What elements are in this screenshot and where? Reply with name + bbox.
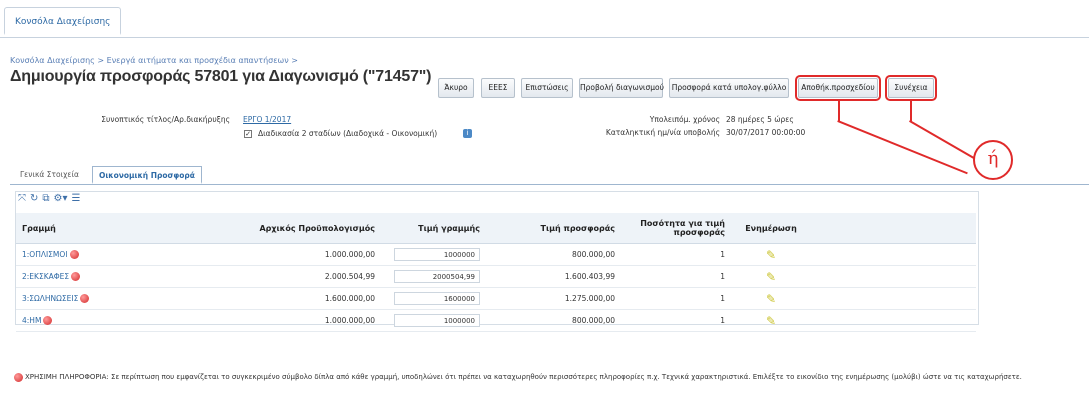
procedure-text: Διαδικασία 2 σταδίων (Διαδοχικά - Οικονο… bbox=[258, 129, 438, 138]
eeee-button[interactable]: ΕΕΕΣ bbox=[481, 78, 515, 98]
remaining-time-label: Υπολειπόμ. χρόνος bbox=[649, 115, 720, 124]
row-line-link[interactable]: 2:ΕΚΣΚΑΦΕΣ bbox=[22, 272, 69, 281]
alert-dot-icon bbox=[69, 250, 79, 260]
callout-line bbox=[838, 101, 840, 121]
col-header-quantity[interactable]: Ποσότητα για τιμή προσφοράς bbox=[621, 213, 731, 244]
col-header-line[interactable]: Γραμμή bbox=[16, 213, 226, 244]
row-budget: 2.000.504,99 bbox=[226, 265, 381, 288]
deadline-value: 30/07/2017 00:00:00 bbox=[726, 128, 806, 137]
col-header-budget[interactable]: Αρχικός Προϋπολογισμός bbox=[226, 213, 381, 244]
row-quantity: 1 bbox=[621, 243, 731, 266]
col-header-update: Ενημέρωση bbox=[731, 213, 811, 244]
row-quantity: 1 bbox=[621, 287, 731, 310]
expand-icon[interactable]: ⤧ bbox=[18, 193, 26, 204]
breadcrumb[interactable]: Κονσόλα Διαχείρισης > Ενεργά αιτήματα κα… bbox=[10, 56, 298, 65]
table-row: 4:ΗΜ 1.000.000,00 1000000 800.000,00 1 ✎ bbox=[16, 309, 976, 332]
remaining-time-value: 28 ημέρες 5 ώρες bbox=[726, 115, 794, 124]
row-offer-price: 1.600.403,99 bbox=[486, 265, 621, 288]
offer-table: Γραμμή Αρχικός Προϋπολογισμός Τιμή γραμμ… bbox=[16, 213, 976, 332]
settings-icon[interactable]: ⚙▾ bbox=[54, 193, 68, 204]
table-header-row: Γραμμή Αρχικός Προϋπολογισμός Τιμή γραμμ… bbox=[16, 213, 976, 244]
row-line-link[interactable]: 3:ΣΩΛΗΝΩΣΕΙΣ bbox=[22, 294, 78, 303]
deadline-label: Καταληκτική ημ/νία υποβολής bbox=[605, 128, 720, 137]
row-quantity: 1 bbox=[621, 309, 731, 332]
alert-dot-icon bbox=[14, 372, 23, 382]
pencil-icon[interactable]: ✎ bbox=[766, 270, 776, 284]
table-row: 3:ΣΩΛΗΝΩΣΕΙΣ 1.600.000,00 1600000 1.275.… bbox=[16, 287, 976, 310]
info-icon[interactable]: i bbox=[463, 129, 472, 138]
tab-general-info[interactable]: Γενικά Στοιχεία bbox=[14, 166, 85, 184]
procedure-checkbox[interactable]: ✓ bbox=[244, 130, 252, 138]
pencil-icon[interactable]: ✎ bbox=[766, 248, 776, 262]
row-offer-price: 800.000,00 bbox=[486, 309, 621, 332]
row-line-link[interactable]: 1:ΟΠΛΙΣΜΟΙ bbox=[22, 250, 68, 259]
table-row: 2:ΕΚΣΚΑΦΕΣ 2.000.504,99 2000504,99 1.600… bbox=[16, 265, 976, 288]
row-offer-price: 1.275.000,00 bbox=[486, 287, 621, 310]
row-budget: 1.600.000,00 bbox=[226, 287, 381, 310]
refresh-icon[interactable]: ↻ bbox=[30, 193, 38, 204]
pencil-icon[interactable]: ✎ bbox=[766, 292, 776, 306]
detach-icon[interactable]: ⧉ bbox=[42, 193, 49, 204]
save-draft-button[interactable]: Αποθήκ.προσχεδίου bbox=[795, 75, 881, 101]
menu-icon[interactable]: ☰ bbox=[72, 193, 81, 204]
table-row: 1:ΟΠΛΙΣΜΟΙ 1.000.000,00 1000000 800.000,… bbox=[16, 243, 976, 266]
view-tender-button[interactable]: Προβολή διαγωνισμού bbox=[579, 78, 664, 98]
offer-spreadsheet-button[interactable]: Προσφορά κατά υπολογ.φύλλο bbox=[669, 78, 789, 98]
pencil-icon[interactable]: ✎ bbox=[766, 314, 776, 328]
col-header-offer-price[interactable]: Τιμή προσφοράς bbox=[486, 213, 621, 244]
row-quantity: 1 bbox=[621, 265, 731, 288]
continue-button[interactable]: Συνέχεια bbox=[885, 75, 937, 101]
callout-line bbox=[910, 101, 912, 121]
line-price-input[interactable]: 2000504,99 bbox=[394, 270, 480, 283]
footnote-text: ΧΡΗΣΙΜΗ ΠΛΗΡΟΦΟΡΙΑ: Σε περίπτωση που εμφ… bbox=[25, 373, 1022, 381]
contract-link[interactable]: ΕΡΓΟ 1/2017 bbox=[243, 115, 291, 124]
tab-admin-console[interactable]: Κονσόλα Διαχείρισης bbox=[4, 7, 122, 35]
cancel-button[interactable]: Άκυρο bbox=[438, 78, 474, 98]
line-price-input[interactable]: 1600000 bbox=[394, 292, 480, 305]
line-price-input[interactable]: 1000000 bbox=[394, 314, 480, 327]
alert-dot-icon bbox=[80, 294, 90, 304]
top-bar: Κονσόλα Διαχείρισης bbox=[0, 0, 1089, 38]
checks-button[interactable]: Επιστώσεις bbox=[521, 78, 573, 98]
row-budget: 1.000.000,00 bbox=[226, 309, 381, 332]
col-header-line-price[interactable]: Τιμή γραμμής bbox=[381, 213, 486, 244]
row-offer-price: 800.000,00 bbox=[486, 243, 621, 266]
row-line-link[interactable]: 4:ΗΜ bbox=[22, 316, 41, 325]
page-title: Δημιουργία προσφοράς 57801 για Διαγωνισμ… bbox=[10, 68, 432, 85]
alert-dot-icon bbox=[71, 272, 81, 282]
alert-dot-icon bbox=[43, 316, 53, 326]
table-toolbar: ⤧ ↻ ⧉ ⚙▾ ☰ bbox=[18, 193, 84, 209]
tab-financial-offer[interactable]: Οικονομική Προσφορά bbox=[92, 166, 202, 184]
info-footnote: ΧΡΗΣΙΜΗ ΠΛΗΡΟΦΟΡΙΑ: Σε περίπτωση που εμφ… bbox=[14, 372, 1074, 383]
contract-label: Συνοπτικός τίτλος/Αρ.διακήρυξης bbox=[101, 115, 230, 124]
line-price-input[interactable]: 1000000 bbox=[394, 248, 480, 261]
row-budget: 1.000.000,00 bbox=[226, 243, 381, 266]
